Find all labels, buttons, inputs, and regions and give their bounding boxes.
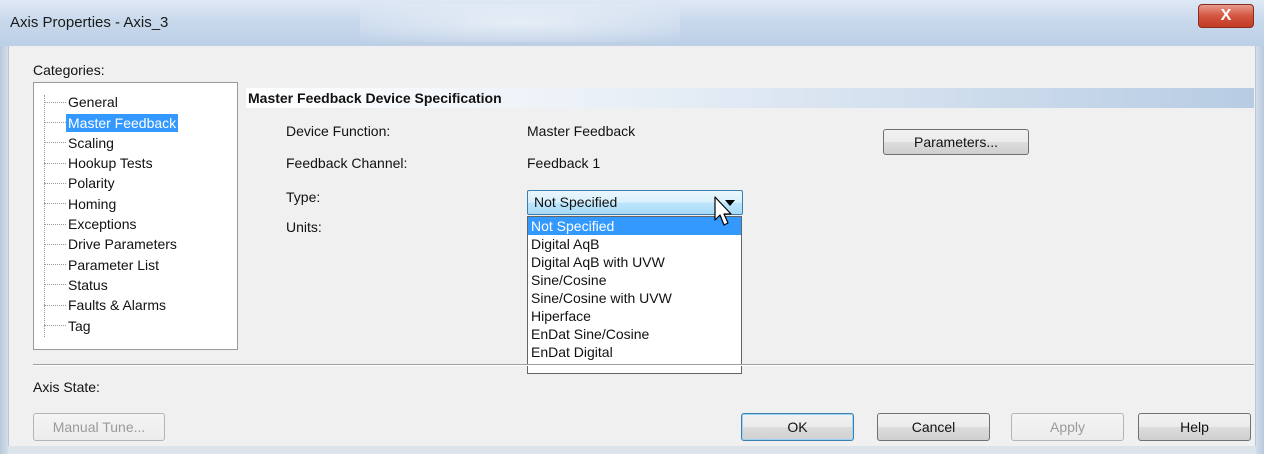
tree-item-label: Tag bbox=[68, 317, 91, 334]
tree-item-label: Faults & Alarms bbox=[68, 297, 167, 314]
tree-item-label: Parameter List bbox=[68, 256, 160, 273]
type-option[interactable]: Digital AqB bbox=[528, 235, 741, 253]
window-frame-right bbox=[1256, 46, 1264, 454]
tree-item-polarity[interactable]: Polarity bbox=[44, 172, 117, 192]
tree-item-label: Drive Parameters bbox=[68, 236, 177, 253]
mouse-pointer-icon bbox=[714, 196, 732, 226]
type-option[interactable]: Sine/Cosine with UVW bbox=[528, 289, 741, 307]
type-selected-value: Not Specified bbox=[534, 194, 618, 210]
tree-connector bbox=[44, 203, 66, 205]
tree-item-faults-alarms[interactable]: Faults & Alarms bbox=[44, 294, 168, 314]
tree-item-parameter-list[interactable]: Parameter List bbox=[44, 253, 161, 273]
units-label: Units: bbox=[286, 219, 322, 235]
type-option[interactable]: EnDat Digital bbox=[528, 343, 741, 361]
tree-item-hookup-tests[interactable]: Hookup Tests bbox=[44, 152, 155, 172]
type-option[interactable]: Sine/Cosine bbox=[528, 271, 741, 289]
title-bar: Axis Properties - Axis_3 X bbox=[0, 0, 1264, 46]
tree-connector bbox=[44, 122, 66, 124]
tree-item-label: Polarity bbox=[68, 175, 115, 192]
type-label: Type: bbox=[286, 189, 321, 205]
device-function-label: Device Function: bbox=[286, 123, 391, 139]
tree-connector bbox=[44, 264, 66, 266]
type-options-list[interactable]: Not Specified Digital AqB Digital AqB with… bbox=[527, 216, 742, 374]
manual-tune-button[interactable]: Manual Tune... bbox=[33, 413, 165, 441]
close-button[interactable]: X bbox=[1198, 4, 1254, 28]
tree-connector bbox=[44, 182, 66, 184]
type-option[interactable]: Digital AqB with UVW bbox=[528, 253, 741, 271]
title-bar-glow bbox=[360, 4, 680, 42]
type-dropdown[interactable]: Not Specified bbox=[527, 190, 743, 215]
tree-item-label: Status bbox=[68, 276, 108, 293]
tree-item-label: General bbox=[68, 94, 118, 111]
tree-item-general[interactable]: General bbox=[44, 91, 120, 111]
close-icon: X bbox=[1220, 7, 1232, 24]
tree-item-master-feedback[interactable]: Master Feedback bbox=[44, 111, 179, 132]
axis-state-label: Axis State: bbox=[33, 379, 100, 395]
tree-connector bbox=[44, 223, 66, 225]
tree-item-label: Hookup Tests bbox=[68, 155, 153, 172]
type-option[interactable]: EnDat Sine/Cosine bbox=[528, 325, 741, 343]
help-button[interactable]: Help bbox=[1138, 413, 1251, 441]
tree-connector bbox=[44, 101, 66, 103]
window-frame-left bbox=[0, 46, 8, 454]
tree-connector bbox=[44, 162, 66, 164]
separator bbox=[33, 364, 1254, 366]
tree-item-drive-parameters[interactable]: Drive Parameters bbox=[44, 233, 179, 253]
tree-item-label: Master Feedback bbox=[66, 113, 179, 132]
tree-item-label: Homing bbox=[68, 195, 117, 212]
tree-item-homing[interactable]: Homing bbox=[44, 193, 118, 213]
section-title: Master Feedback Device Specification bbox=[246, 88, 1254, 108]
feedback-channel-label: Feedback Channel: bbox=[286, 155, 408, 171]
tree-connector bbox=[44, 284, 66, 286]
tree-connector bbox=[44, 325, 66, 327]
type-option[interactable]: Not Specified bbox=[528, 217, 741, 235]
categories-label: Categories: bbox=[33, 62, 105, 78]
tree-item-scaling[interactable]: Scaling bbox=[44, 132, 116, 152]
type-option[interactable]: Hiperface bbox=[528, 307, 741, 325]
tree-item-label: Exceptions bbox=[68, 216, 137, 233]
tree-connector bbox=[44, 142, 66, 144]
tree-connector bbox=[44, 304, 66, 306]
apply-button[interactable]: Apply bbox=[1011, 413, 1124, 441]
tree-item-status[interactable]: Status bbox=[44, 274, 110, 294]
device-function-value: Master Feedback bbox=[527, 123, 636, 139]
window-title: Axis Properties - Axis_3 bbox=[10, 14, 169, 31]
cancel-button[interactable]: Cancel bbox=[877, 413, 990, 441]
ok-button[interactable]: OK bbox=[741, 413, 854, 441]
tree-item-label: Scaling bbox=[68, 134, 114, 151]
tree-connector bbox=[44, 243, 66, 245]
tree-item-tag[interactable]: Tag bbox=[44, 314, 93, 334]
feedback-channel-value: Feedback 1 bbox=[527, 155, 601, 171]
categories-tree[interactable]: General Master Feedback Scaling Hookup Test… bbox=[33, 82, 238, 350]
parameters-button[interactable]: Parameters... bbox=[883, 129, 1029, 155]
tree-item-exceptions[interactable]: Exceptions bbox=[44, 213, 138, 233]
